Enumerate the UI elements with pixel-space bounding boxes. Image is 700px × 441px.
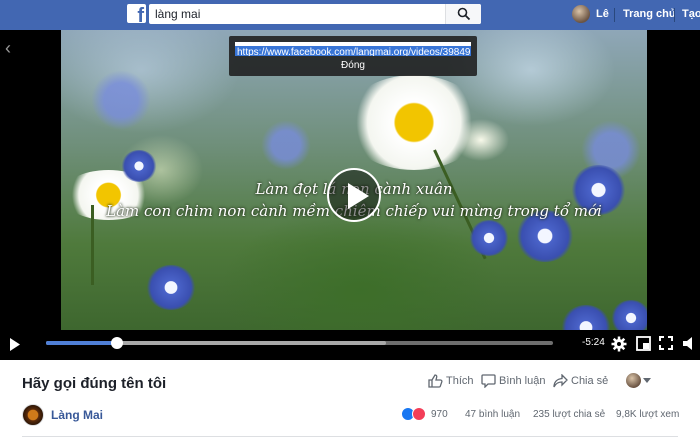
play-button[interactable] [327,168,381,222]
progress-bar[interactable] [46,337,553,349]
video-info-section: Hãy gọi đúng tên tôi Thích Bình luận Chi… [0,360,700,441]
search-input[interactable] [155,4,445,24]
chevron-down-icon [643,378,651,383]
nav-divider [674,8,675,22]
share-icon [553,374,568,388]
facebook-logo[interactable]: f [127,4,146,27]
blue-flower [121,150,157,182]
like-label: Thích [446,375,474,387]
daisy-flower [344,75,484,170]
page-name-link[interactable]: Làng Mai [51,408,103,422]
comments-count[interactable]: 47 bình luận [465,409,520,420]
section-divider [22,436,678,437]
play-icon [10,338,20,351]
close-url-button[interactable]: Đóng [229,60,477,71]
top-navigation-bar: f Lê Trang chủ Tạo [0,0,700,30]
home-link[interactable]: Trang chủ [623,8,676,20]
blue-flower [146,265,196,310]
play-icon [348,183,369,209]
user-name-link[interactable]: Lê [596,8,609,20]
views-count: 9,8K lượt xem [616,409,680,420]
shares-count[interactable]: 235 lượt chia sẻ [533,409,605,420]
settings-icon[interactable] [611,336,627,357]
search-icon [457,7,471,21]
video-frame[interactable]: Làm đọt lá non cành xuân Làm con chim no… [61,30,647,360]
flower-decoration [261,120,311,170]
volume-icon[interactable] [682,336,696,356]
share-url-field[interactable]: https://www.facebook.com/langmai.org/vid… [235,42,471,56]
love-reaction-icon [412,407,426,421]
share-label: Chia sẻ [571,375,609,387]
search-button[interactable] [445,4,481,24]
video-controls: -5:24 [0,330,700,360]
search-box [149,4,481,24]
blue-flower [469,220,509,256]
user-avatar[interactable] [572,5,590,23]
like-icon [428,374,443,388]
share-url-popup: https://www.facebook.com/langmai.org/vid… [229,36,477,76]
control-play-button[interactable] [9,338,21,356]
create-link[interactable]: Tạo [682,8,700,20]
miniplayer-icon[interactable] [636,336,651,356]
video-player: ‹ Làm đọt lá non cành xuân Làm con chim … [0,30,700,360]
fullscreen-icon[interactable] [659,336,673,355]
comment-label: Bình luận [499,375,546,387]
selector-avatar [626,373,641,388]
share-url-text: https://www.facebook.com/langmai.org/vid… [235,46,471,56]
comment-icon [481,374,496,388]
time-remaining: -5:24 [582,337,605,348]
page-avatar[interactable] [22,404,44,426]
facebook-logo-letter: f [137,5,144,27]
progress-handle[interactable] [110,337,123,349]
flower-decoration [91,70,151,130]
reaction-count: 970 [431,409,448,420]
nav-divider [614,8,615,22]
video-title: Hãy gọi đúng tên tôi [22,375,167,392]
chevron-left-icon[interactable]: ‹ [5,38,11,59]
progress-fill [46,341,117,345]
